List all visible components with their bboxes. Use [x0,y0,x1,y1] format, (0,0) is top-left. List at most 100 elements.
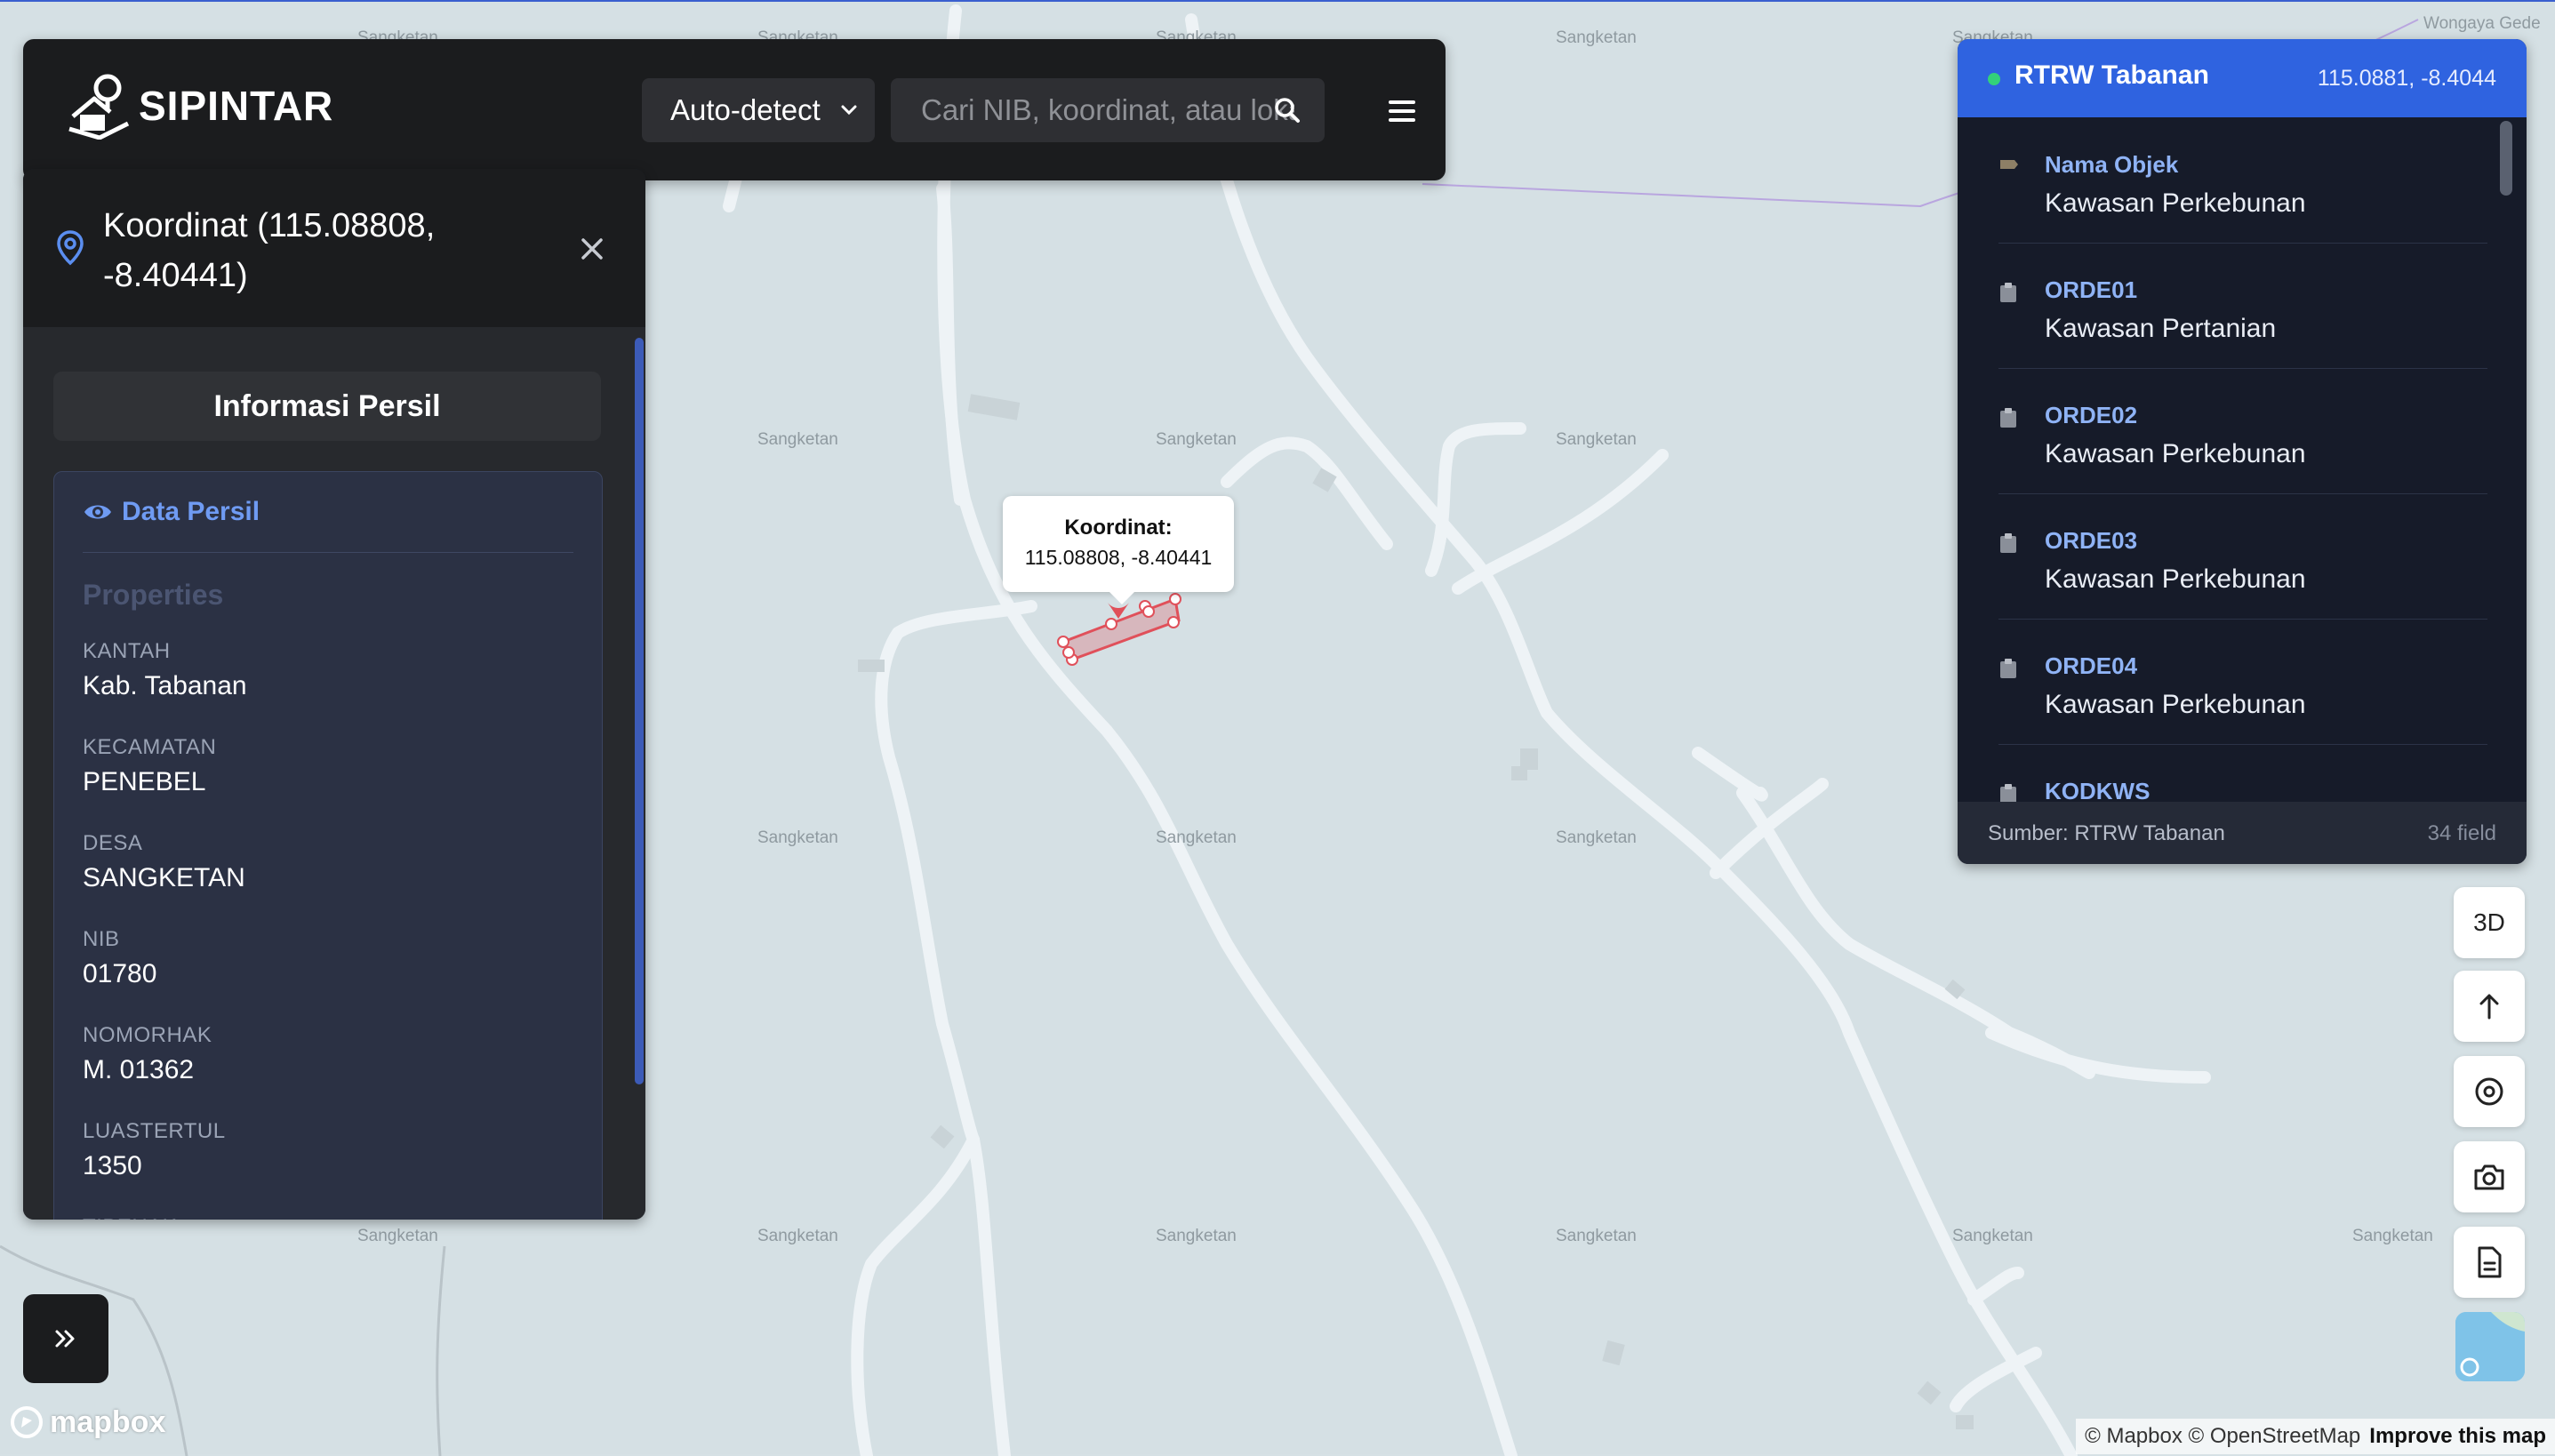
clipboard-icon [2000,533,2016,553]
property-row: NOMORHAK M. 01362 [83,1023,581,1085]
place-label: Sangketan [757,430,838,449]
geolocate-button[interactable] [2454,1056,2525,1127]
property-value: Kab. Tabanan [83,671,247,700]
report-button[interactable] [2454,1227,2525,1298]
search-input[interactable] [919,92,1296,128]
property-value: 01780 [83,959,157,988]
property-row: DESA SANGKETAN [83,831,581,893]
close-icon[interactable] [574,231,610,267]
place-label: Sangketan [1156,430,1237,449]
list-item: KODKWS [1998,744,2487,802]
field-value: Kawasan Perkebunan [2045,690,2306,719]
clipboard-icon [2000,784,2016,802]
list-item: ORDE03 Kawasan Perkebunan [1998,493,2487,620]
place-label: Sangketan [1556,28,1637,47]
property-value: SANGKETAN [83,863,245,892]
basemap-switcher[interactable] [2455,1312,2525,1381]
place-label: Sangketan [2352,1227,2433,1245]
location-pin-icon [57,230,84,266]
parcel-polygon [1057,593,1181,666]
field-key: ORDE04 [2045,652,2138,679]
search-mode-value: Auto-detect [670,93,821,126]
properties-label: Properties [83,579,224,611]
tag-icon [2000,160,2018,169]
improve-map-link[interactable]: Improve this map [2369,1424,2546,1449]
property-key: NIB [83,927,120,951]
attribution-copyright[interactable]: © Mapbox © OpenStreetMap [2085,1424,2360,1449]
property-row: KECAMATAN PENEBEL [83,735,581,797]
clipboard-icon [2000,659,2016,678]
field-value: Kawasan Perkebunan [2045,564,2306,594]
place-label: Sangketan [757,828,838,847]
satellite-thumbnail-icon [2455,1312,2525,1381]
rtrw-scrollbar[interactable] [2500,121,2512,196]
place-label: Sangketan [757,1227,838,1245]
mapbox-wordmark: mapbox [50,1404,166,1439]
rtrw-field-count: 34 field [2427,821,2496,845]
popup-title: Koordinat: [1064,516,1173,540]
rtrw-title: RTRW Tabanan [2014,60,2209,90]
property-key: NOMORHAK [83,1023,212,1047]
clipboard-icon [2000,283,2016,302]
popup-coordinate: 115.08808, -8.40441 [1024,546,1213,569]
rtrw-coordinate: 115.0881, -8.4044 [2317,66,2496,91]
field-value: Kawasan Pertanian [2045,314,2277,343]
rtrw-panel: RTRW Tabanan 115.0881, -8.4044 Nama Obje… [1958,39,2527,864]
property-key: TIPEHAK [83,1215,581,1220]
chevrons-right-icon [55,1330,75,1348]
data-persil-card: Data Persil Properties KANTAH Kab. Taban… [53,471,603,1220]
expand-sidebar-button[interactable] [23,1294,108,1383]
status-dot [1988,73,2000,85]
menu-icon[interactable] [1382,91,1422,132]
section-title: Data Persil [122,497,260,526]
mapbox-icon [11,1406,43,1438]
property-key: KANTAH [83,639,171,663]
property-row: KANTAH Kab. Tabanan [83,639,581,701]
list-item: Nama Objek Kawasan Perkebunan [1998,117,2487,244]
panel-header: Koordinat (115.08808, -8.40441) [23,169,645,327]
clipboard-icon [2000,408,2016,428]
place-label: Sangketan [1952,1227,2033,1245]
rtrw-source: Sumber: RTRW Tabanan [1988,821,2225,845]
top-bar: SIPINTAR Auto-detect [23,39,1446,180]
property-key: KECAMATAN [83,735,217,759]
map-attribution: © Mapbox © OpenStreetMap Improve this ma… [2076,1419,2555,1454]
rtrw-field-list[interactable]: Nama Objek Kawasan Perkebunan ORDE01 Kaw… [1958,117,2527,802]
rtrw-footer: Sumber: RTRW Tabanan 34 field [1958,802,2527,864]
info-persil-button[interactable]: Informasi Persil [53,372,601,441]
field-key: ORDE01 [2045,276,2138,303]
field-key: Nama Objek [2045,151,2179,178]
mapbox-logo[interactable]: mapbox [9,1404,165,1440]
place-label: Sangketan [357,1227,438,1245]
property-value: 1350 [83,1151,142,1180]
search-icon[interactable] [1273,96,1302,124]
property-row: LUASTERTUL 1350 [83,1119,581,1181]
app-logo[interactable]: SIPINTAR [68,66,333,146]
camera-icon [2474,1164,2504,1190]
panel-title: Koordinat (115.08808, -8.40441) [103,207,436,294]
data-persil-header[interactable]: Data Persil [83,497,260,527]
app-name: SIPINTAR [139,83,334,129]
panel-scrollbar[interactable] [635,338,644,1084]
search-mode-select[interactable]: Auto-detect [642,78,875,142]
compass-button[interactable] [2454,971,2525,1042]
place-label: Sangketan [1556,430,1637,449]
chevron-down-icon [841,105,857,116]
divider [83,552,573,553]
parcel-info-panel: Koordinat (115.08808, -8.40441) Informas… [23,169,645,1220]
property-value: PENEBEL [83,767,206,796]
screenshot-button[interactable] [2454,1141,2525,1212]
property-row: TIPEHAK [83,1215,581,1220]
document-icon [2478,1246,2502,1278]
list-item: ORDE01 Kawasan Pertanian [1998,243,2487,369]
field-key: ORDE03 [2045,527,2138,554]
place-label: Sangketan [1156,828,1237,847]
field-value: Kawasan Perkebunan [2045,188,2306,218]
pitch-3d-button[interactable]: 3D [2454,887,2525,958]
field-key: ORDE02 [2045,402,2138,428]
property-key: DESA [83,831,143,855]
house-pin-icon [68,74,130,140]
property-key: LUASTERTUL [83,1119,226,1143]
arrow-up-icon [2479,994,2499,1020]
property-row: NIB 01780 [83,927,581,989]
